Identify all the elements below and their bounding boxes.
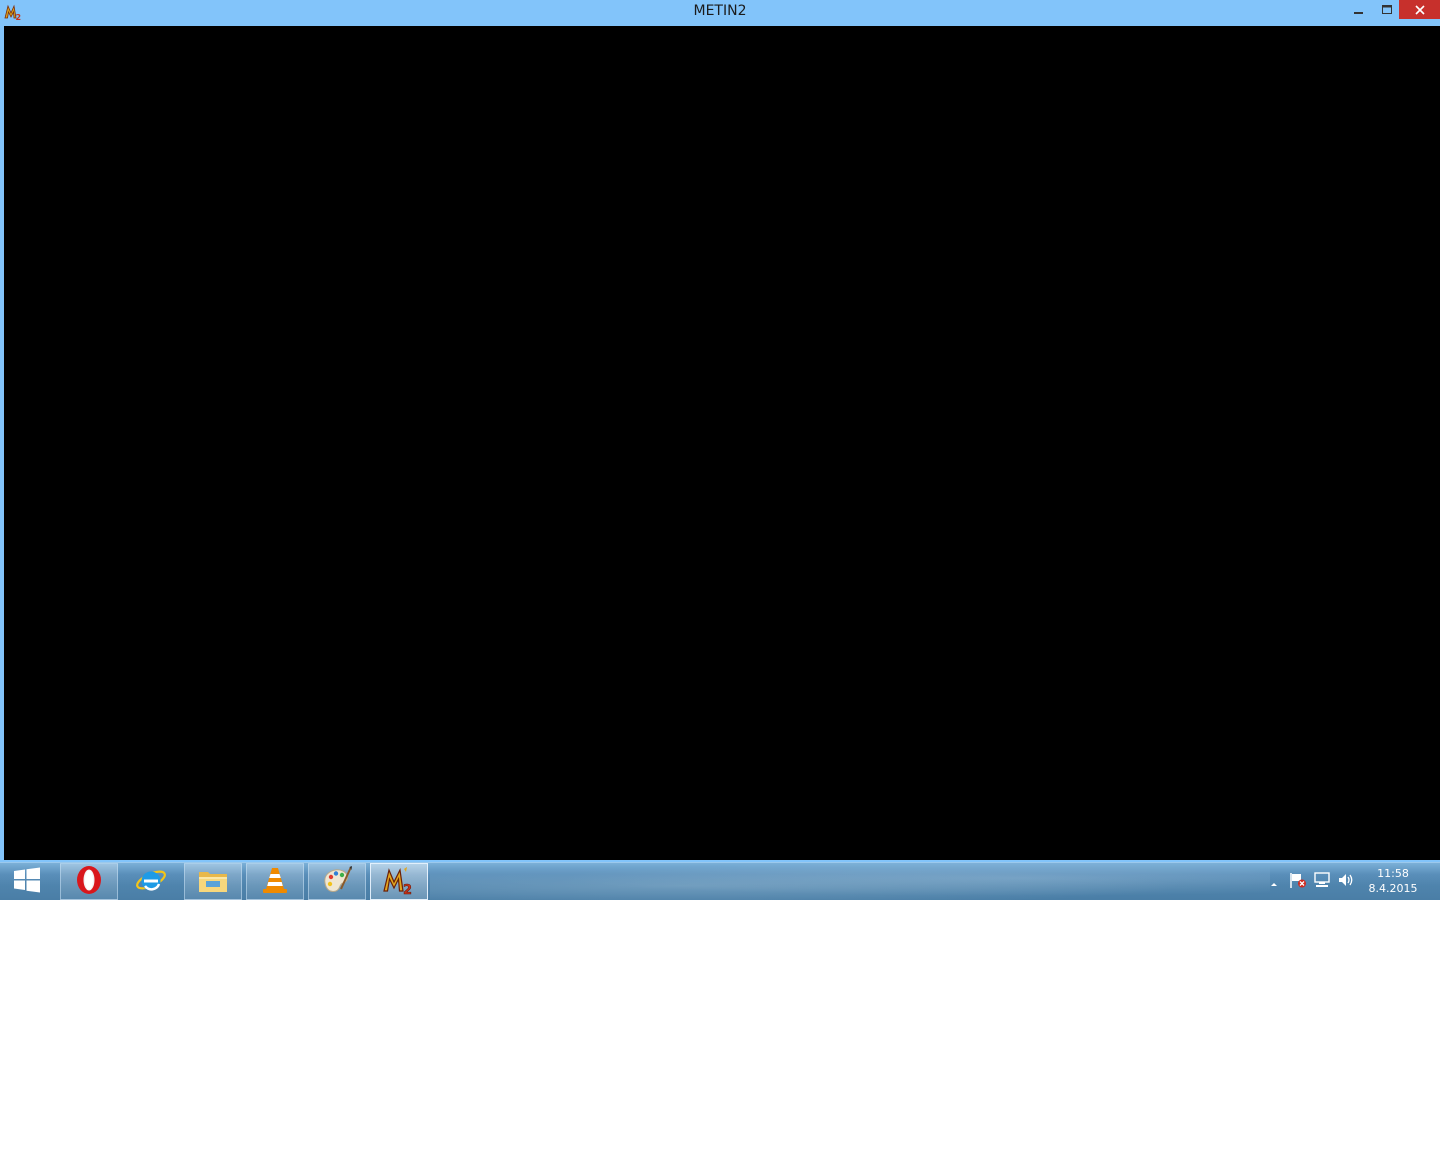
show-hidden-icons-button[interactable] xyxy=(1265,873,1283,891)
taskbar-item-internet-explorer[interactable] xyxy=(122,863,180,900)
close-icon xyxy=(1414,0,1425,19)
clock-time: 11:58 xyxy=(1377,867,1409,880)
svg-text:2: 2 xyxy=(403,883,412,895)
taskbar-item-metin2[interactable]: 2 xyxy=(370,863,428,900)
metin2-icon: 2 xyxy=(382,865,416,899)
internet-explorer-icon xyxy=(135,864,167,900)
game-viewport[interactable] xyxy=(4,26,1440,860)
folder-icon xyxy=(197,866,229,898)
start-button[interactable] xyxy=(4,863,50,900)
maximize-icon xyxy=(1381,0,1393,19)
action-center-button[interactable] xyxy=(1289,873,1307,891)
window-title: METIN2 xyxy=(693,3,747,19)
volume-icon xyxy=(1337,871,1355,893)
close-button[interactable] xyxy=(1399,0,1440,19)
chevron-up-icon xyxy=(1269,873,1279,892)
desktop: 2 METIN2 2 11:58 8.4.2015 xyxy=(0,0,1440,1160)
volume-button[interactable] xyxy=(1337,873,1355,891)
opera-icon xyxy=(74,865,104,899)
taskbar-item-opera[interactable] xyxy=(60,863,118,900)
action-center-flag-icon xyxy=(1289,871,1307,893)
minimize-icon xyxy=(1354,0,1364,19)
windows-logo-icon xyxy=(13,867,41,897)
taskbar-item-file-explorer[interactable] xyxy=(184,863,242,900)
metin2-window: 2 METIN2 xyxy=(0,0,1440,862)
network-button[interactable] xyxy=(1313,871,1331,893)
taskbar-item-vlc[interactable] xyxy=(246,863,304,900)
title-bar[interactable]: 2 METIN2 xyxy=(0,0,1440,26)
paint-palette-icon xyxy=(321,865,353,899)
network-icon xyxy=(1313,871,1331,893)
taskbar-background xyxy=(430,863,1270,900)
taskbar: 2 11:58 8.4.2015 xyxy=(0,862,1440,900)
clock-date: 8.4.2015 xyxy=(1368,882,1418,895)
vlc-cone-icon xyxy=(260,865,290,899)
taskbar-item-paint[interactable] xyxy=(308,863,366,900)
clock[interactable]: 11:58 8.4.2015 xyxy=(1362,866,1424,898)
